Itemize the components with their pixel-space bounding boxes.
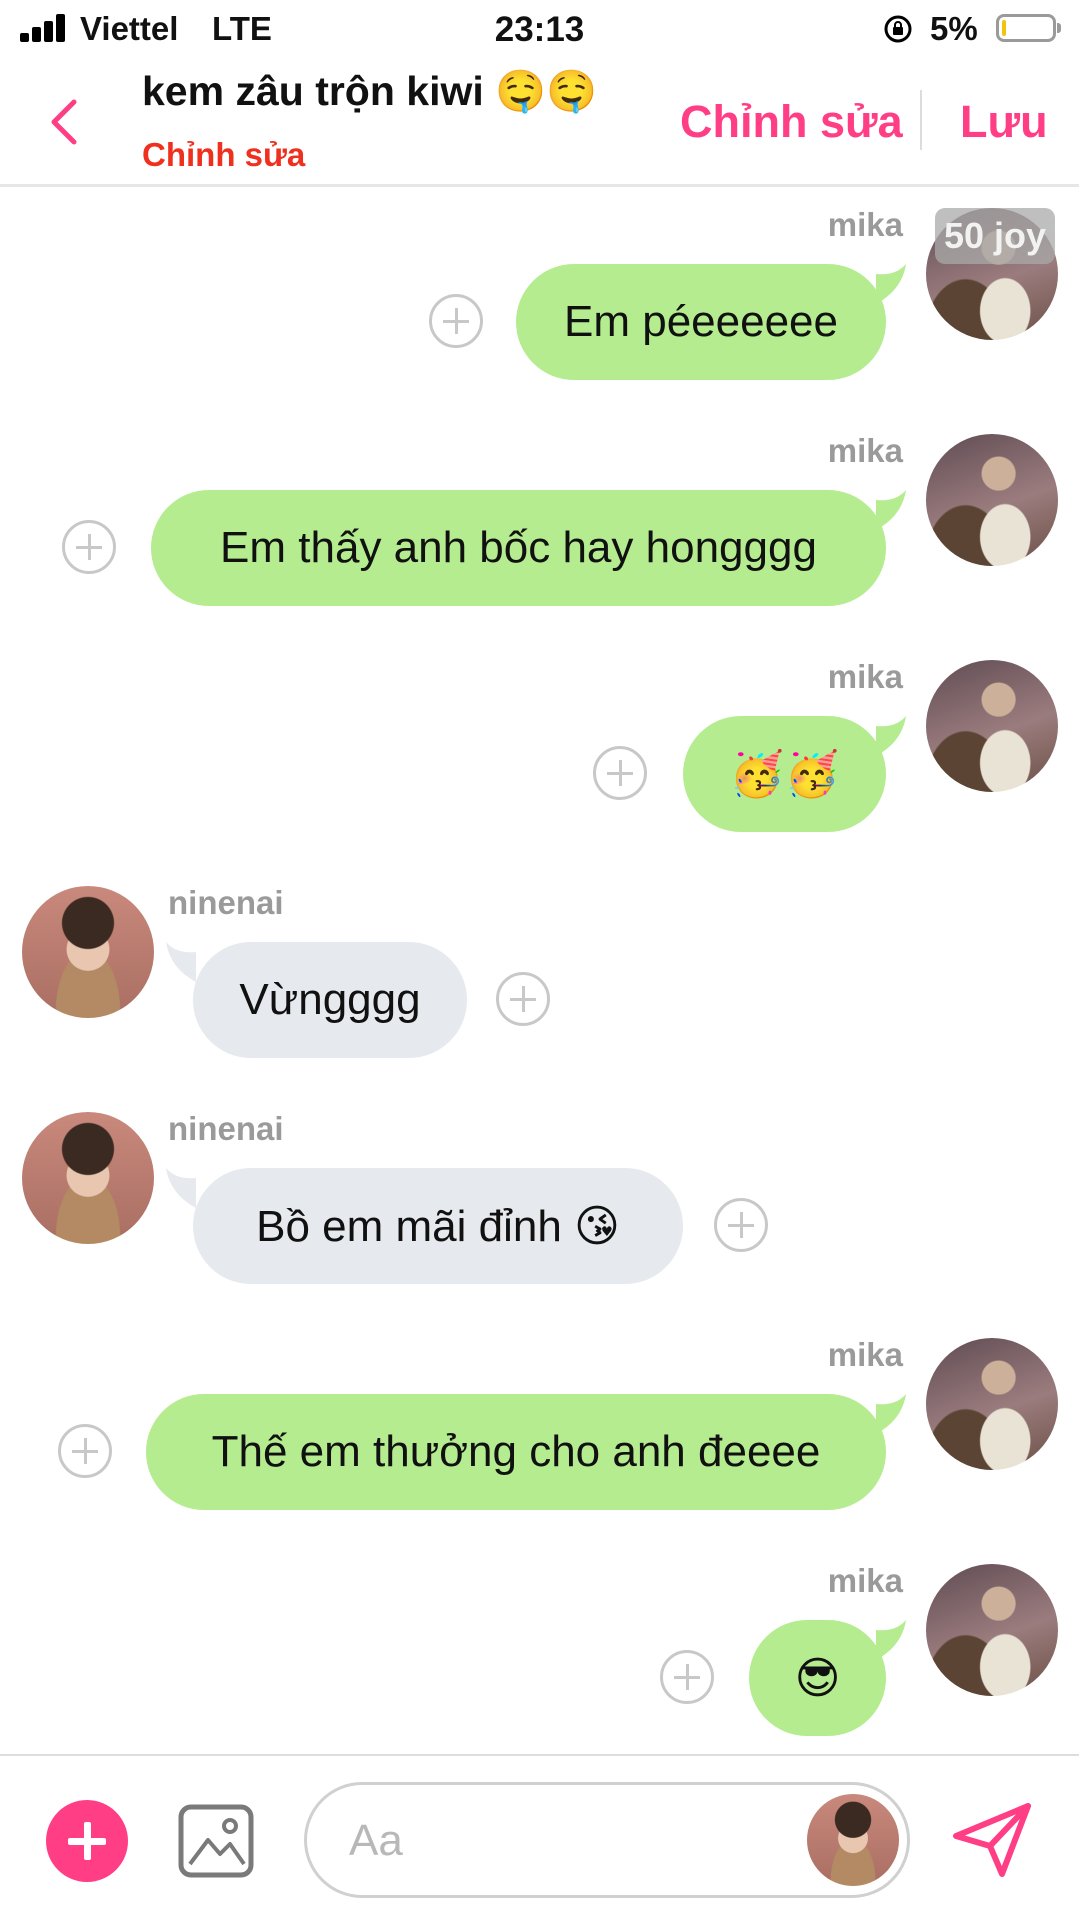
add-reaction-button[interactable] <box>714 1198 768 1252</box>
chat-title: kem zâu trộn kiwi 🤤🤤 <box>142 68 598 114</box>
message-row: mika 🥳🥳 <box>0 658 1079 838</box>
battery-icon <box>996 14 1061 42</box>
message-input[interactable] <box>347 1805 771 1877</box>
message-row: mika Thế em thưởng cho anh đeeee <box>0 1336 1079 1516</box>
message-row: ninenai Bồ em mãi đỉnh 😘 <box>0 1110 1079 1290</box>
bubble-tail <box>166 1168 196 1208</box>
add-attachment-button[interactable] <box>46 1800 128 1882</box>
bubble-tail <box>876 1394 906 1434</box>
composer-bar <box>0 1754 1079 1922</box>
message-bubble[interactable]: Thế em thưởng cho anh đeeee <box>146 1394 886 1510</box>
avatar[interactable] <box>926 1338 1058 1470</box>
message-row: mika 😎 <box>0 1562 1079 1742</box>
bubble-tail <box>876 1620 906 1660</box>
chat-subtitle[interactable]: Chỉnh sửa <box>142 136 305 174</box>
avatar[interactable] <box>22 886 154 1018</box>
sender-name: mika <box>827 206 903 243</box>
message-bubble[interactable]: Em thấy anh bốc hay hongggg <box>151 490 886 606</box>
avatar[interactable] <box>22 1112 154 1244</box>
message-bubble[interactable]: Em péeeeeee <box>516 264 886 380</box>
rotation-lock-icon <box>884 15 912 43</box>
message-row: mika Em thấy anh bốc hay hongggg <box>0 432 1079 612</box>
sender-name: ninenai <box>168 884 284 921</box>
bubble-tail <box>876 264 906 304</box>
add-reaction-button[interactable] <box>496 972 550 1026</box>
battery-percent: 5% <box>930 10 978 47</box>
bubble-tail <box>876 490 906 530</box>
message-bubble[interactable]: Vừngggg <box>193 942 467 1058</box>
message-input-box[interactable] <box>304 1782 910 1898</box>
add-reaction-button[interactable] <box>593 746 647 800</box>
sender-name: mika <box>827 658 903 695</box>
message-bubble[interactable]: 😎 <box>749 1620 886 1736</box>
message-row: ninenai Vừngggg <box>0 884 1079 1064</box>
sender-name: mika <box>827 1336 903 1373</box>
message-bubble[interactable]: 🥳🥳 <box>683 716 886 832</box>
add-reaction-button[interactable] <box>429 294 483 348</box>
chat-header: kem zâu trộn kiwi 🤤🤤 Chỉnh sửa Chỉnh sửa… <box>0 60 1079 187</box>
avatar[interactable] <box>926 660 1058 792</box>
edit-button[interactable]: Chỉnh sửa <box>680 96 903 148</box>
avatar[interactable] <box>926 434 1058 566</box>
sender-name: ninenai <box>168 1110 284 1147</box>
sender-name: mika <box>827 1562 903 1599</box>
add-reaction-button[interactable] <box>62 520 116 574</box>
header-divider <box>920 90 922 150</box>
add-reaction-button[interactable] <box>660 1650 714 1704</box>
send-icon[interactable] <box>950 1800 1034 1880</box>
back-icon[interactable] <box>40 90 90 150</box>
sender-name: mika <box>827 432 903 469</box>
joy-badge: 50 joy <box>935 208 1055 264</box>
message-row: mika Em péeeeeee <box>0 206 1079 386</box>
add-reaction-button[interactable] <box>58 1424 112 1478</box>
image-icon[interactable] <box>178 1804 254 1878</box>
bubble-tail <box>166 942 196 982</box>
avatar[interactable] <box>926 1564 1058 1696</box>
bubble-tail <box>876 716 906 756</box>
message-bubble[interactable]: Bồ em mãi đỉnh 😘 <box>193 1168 683 1284</box>
save-button[interactable]: Lưu <box>960 96 1048 148</box>
avatar[interactable] <box>807 1794 899 1886</box>
status-bar: Viettel LTE 23:13 5% <box>0 0 1079 60</box>
status-time: 23:13 <box>494 10 585 49</box>
